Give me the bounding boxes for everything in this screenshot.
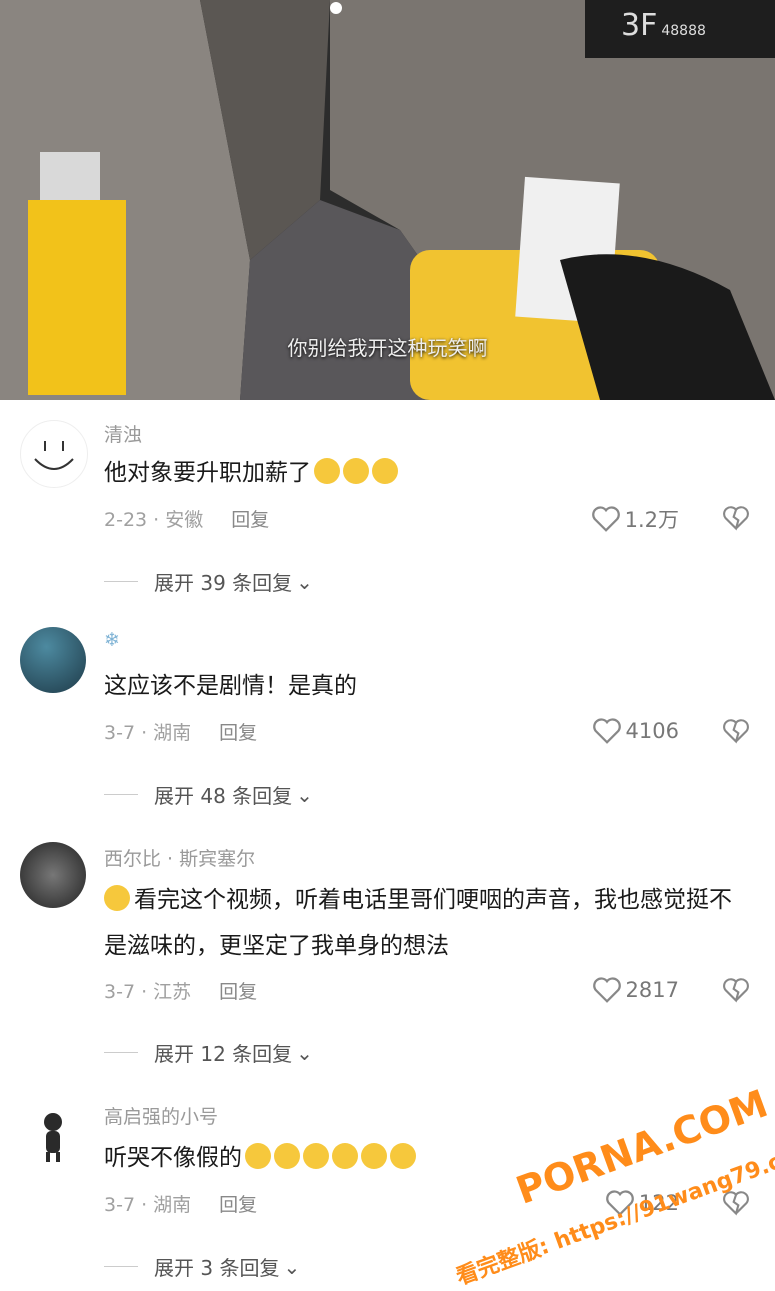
comment-meta: 3-7 · 湖南 回复 [104,1190,257,1217]
crying-emoji-icon [303,1143,329,1169]
reply-button[interactable]: 回复 [231,509,269,531]
expand-replies-button[interactable]: 展开 12 条回复 ⌄ [104,1038,313,1067]
chevron-down-icon: ⌄ [296,569,313,594]
avatar[interactable] [20,420,88,488]
divider [104,794,138,795]
reply-button[interactable]: 回复 [219,981,257,1003]
like-count: 2817 [625,978,679,1002]
video-subtitle: 你别给我开这种玩笑啊 [287,336,488,360]
comment-date: 2-23 · 安徽 [104,509,204,531]
comment-text: 这应该不是剧情！是真的 [104,673,357,699]
comment-date: 3-7 · 湖南 [104,1194,192,1216]
comment-username[interactable]: 西尔比 · 斯宾塞尔 [104,844,255,871]
comment-meta: 2-23 · 安徽 回复 [104,505,269,532]
heart-icon [591,506,620,532]
expand-replies-label: 展开 12 条回复 [154,1042,293,1066]
broken-heart-icon[interactable] [722,976,750,1004]
comment-meta: 3-7 · 江苏 回复 [104,977,257,1004]
expand-replies-label: 展开 3 条回复 [154,1256,280,1280]
figure-avatar-icon [44,1113,62,1162]
crying-emoji-icon [104,885,130,911]
video-frame[interactable]: 3F 48888 你别给我开这种玩笑啊 [0,0,775,400]
floor-sign: 3F 48888 [585,0,775,58]
avatar[interactable] [20,842,86,908]
divider [104,1052,138,1053]
grin-emoji-icon [314,458,340,484]
expand-replies-button[interactable]: 展开 48 条回复 ⌄ [104,780,313,809]
comment-meta: 3-7 · 湖南 回复 [104,718,257,745]
expand-replies-button[interactable]: 展开 39 条回复 ⌄ [104,567,313,596]
reply-button[interactable]: 回复 [219,1194,257,1216]
crying-emoji-icon [274,1143,300,1169]
chevron-down-icon: ⌄ [283,1254,301,1279]
divider [104,1266,138,1267]
broken-heart-icon[interactable] [722,717,750,745]
crying-emoji-icon [245,1143,271,1169]
crying-emoji-icon [332,1143,358,1169]
reply-button[interactable]: 回复 [219,722,257,744]
crying-emoji-icon [361,1143,387,1169]
comment-text: 看完这个视频，听着电话里哥们哽咽的声音，我也感觉挺不是滋味的，更坚定了我单身的想… [104,885,732,959]
like-button[interactable]: 1.2万 [591,504,679,534]
like-count: 1.2万 [624,508,679,532]
expand-replies-label: 展开 39 条回复 [154,571,293,595]
chevron-down-icon: ⌄ [296,782,313,807]
like-count: 4106 [625,719,679,743]
heart-icon [592,977,621,1003]
broken-heart-icon[interactable] [722,504,750,532]
comment-date: 3-7 · 湖南 [104,722,192,744]
divider [104,581,138,582]
heart-icon [592,718,621,744]
like-button[interactable]: 2817 [592,976,679,1004]
expand-replies-button[interactable]: 展开 3 条回复 ⌄ [104,1252,300,1281]
expand-replies-label: 展开 48 条回复 [154,784,293,808]
comment-date: 3-7 · 江苏 [104,981,192,1003]
avatar[interactable] [20,1102,86,1168]
chevron-down-icon: ⌄ [296,1040,313,1065]
comment-username[interactable]: 高启强的小号 [104,1102,218,1129]
comment-text: 他对象要升职加薪了 [104,450,744,496]
comment-username[interactable]: ❄ [104,629,120,651]
comment-username[interactable]: 清浊 [104,420,142,447]
crying-emoji-icon [390,1143,416,1169]
grin-emoji-icon [343,458,369,484]
snowflake-icon: ❄ [104,629,120,651]
smiley-avatar-icon [34,441,74,470]
like-button[interactable]: 4106 [592,717,679,745]
grin-emoji-icon [372,458,398,484]
avatar[interactable] [20,627,86,693]
